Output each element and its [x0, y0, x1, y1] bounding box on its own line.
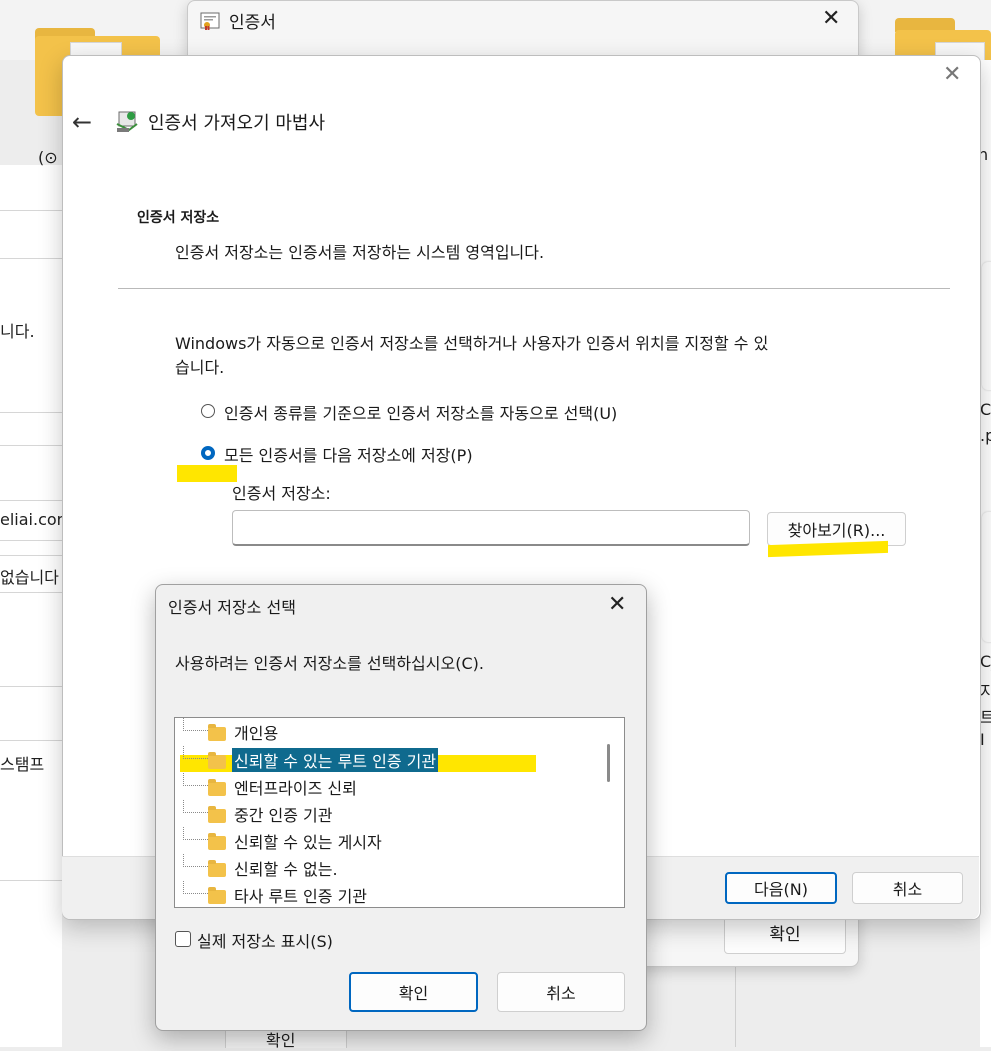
- wizard-cancel-button[interactable]: 취소: [852, 872, 963, 904]
- dialog-title: 인증서 저장소 선택: [168, 598, 296, 617]
- bg-divider: [735, 965, 736, 1047]
- manual-store-radio[interactable]: [201, 446, 215, 460]
- auto-select-label[interactable]: 인증서 종류를 기준으로 인증서 저장소를 자동으로 선택(U): [224, 400, 617, 424]
- bg-red-card: [982, 262, 991, 390]
- bg-text: 스탬프: [0, 755, 45, 774]
- folder-icon: [208, 833, 226, 850]
- tree-item[interactable]: 중간 인증 기관: [183, 800, 335, 826]
- folder-icon: [208, 779, 226, 796]
- tree-item[interactable]: 개인용: [183, 718, 280, 744]
- bg-divider: [0, 412, 62, 413]
- section-title: 인증서 저장소: [137, 210, 220, 226]
- yellow-highlight-mark: [177, 465, 237, 482]
- section-divider: [118, 288, 950, 289]
- bg-divider: [0, 500, 62, 501]
- background-list: [0, 165, 62, 1047]
- dialog-cancel-button[interactable]: 취소: [497, 972, 625, 1012]
- close-icon[interactable]: ✕: [822, 6, 840, 32]
- bg-divider: [0, 740, 62, 741]
- tree-item-selected[interactable]: 신뢰할 수 있는 루트 인증 기관: [183, 746, 439, 772]
- intro-line: 습니다.: [175, 358, 225, 377]
- next-button[interactable]: 다음(N): [725, 872, 837, 904]
- store-field-label: 인증서 저장소:: [232, 484, 331, 503]
- bg-divider: [0, 880, 62, 881]
- tree-scrollbar[interactable]: [607, 744, 610, 782]
- tree-item[interactable]: 신뢰할 수 있는 게시자: [183, 827, 384, 853]
- bg-divider: [0, 540, 62, 541]
- show-physical-label[interactable]: 실제 저장소 표시(S): [197, 928, 333, 952]
- close-icon[interactable]: ✕: [608, 592, 626, 617]
- manual-store-label[interactable]: 모든 인증서를 다음 저장소에 저장(P): [224, 442, 473, 466]
- intro-line: Windows가 자동으로 인증서 저장소를 선택하거나 사용자가 인증서 위치…: [175, 334, 769, 353]
- bg-text: 트: [980, 708, 991, 727]
- dialog-prompt: 사용하려는 인증서 저장소를 선택하십시오(C).: [175, 654, 484, 673]
- intro-text: Windows가 자동으로 인증서 저장소를 선택하거나 사용자가 인증서 위치…: [175, 332, 895, 380]
- dialog-ok-button[interactable]: 확인: [349, 972, 478, 1012]
- folder-icon: [208, 724, 226, 741]
- certificate-wizard-icon: [115, 108, 139, 134]
- bg-text: .p: [980, 426, 991, 445]
- folder-icon: [208, 860, 226, 877]
- certificate-window-title: 인증서: [229, 13, 276, 33]
- certificate-icon: [200, 11, 220, 31]
- bg-red-card: [982, 512, 991, 642]
- section-description: 인증서 저장소는 인증서를 저장하는 시스템 영역입니다.: [175, 243, 545, 262]
- bg-text: C_: [980, 652, 991, 671]
- bg-divider: [0, 258, 62, 259]
- folder-icon: [208, 806, 226, 823]
- wizard-title: 인증서 가져오기 마법사: [148, 113, 326, 134]
- certificate-ok-button[interactable]: 확인: [724, 916, 846, 954]
- close-icon[interactable]: ✕: [943, 62, 961, 87]
- tree-item[interactable]: 타사 루트 인증 기관: [183, 881, 369, 907]
- store-input[interactable]: [232, 510, 750, 546]
- bg-text: C: [980, 400, 991, 419]
- folder-icon: [208, 752, 226, 769]
- auto-select-radio[interactable]: [201, 404, 215, 418]
- bg-text: 니다.: [0, 322, 35, 341]
- tree-item[interactable]: 엔터프라이즈 신뢰: [183, 773, 359, 799]
- folder-icon: [208, 887, 226, 904]
- show-physical-checkbox[interactable]: [175, 931, 191, 947]
- bg-divider: [0, 555, 62, 556]
- bg-divider: [0, 592, 62, 593]
- bg-divider: [0, 686, 62, 687]
- bg-text: (⊙: [38, 148, 58, 167]
- bg-divider: [0, 210, 62, 211]
- bg-text: 없습니다: [0, 568, 59, 587]
- back-arrow-icon[interactable]: ←: [72, 108, 92, 136]
- tree-item[interactable]: 신뢰할 수 없는.: [183, 854, 340, 880]
- bg-divider: [0, 445, 62, 446]
- bg-text: 지: [980, 682, 991, 701]
